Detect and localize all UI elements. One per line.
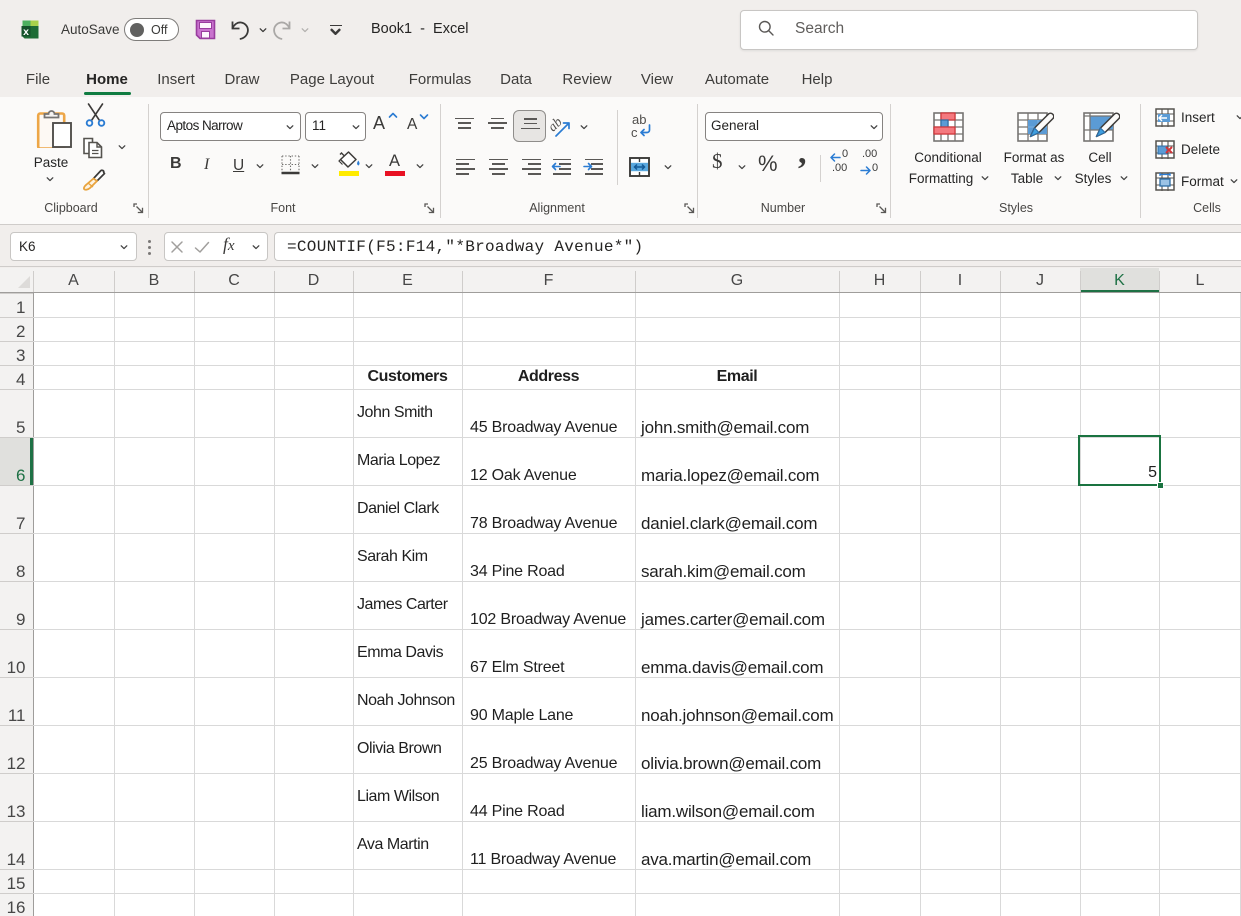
svg-text:x: x <box>23 26 29 38</box>
